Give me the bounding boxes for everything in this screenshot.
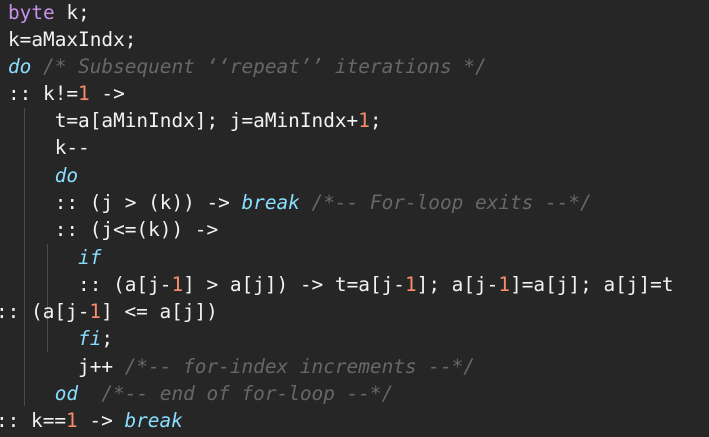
code-token: :: (j > (k)) -> bbox=[8, 191, 242, 214]
code-token: k=aMaxIndx; bbox=[8, 28, 137, 51]
number-literal-token: 1 bbox=[89, 300, 102, 323]
control-keyword-token: break bbox=[241, 191, 300, 214]
number-literal-token: 1 bbox=[404, 273, 417, 296]
control-keyword-token: do bbox=[8, 55, 32, 78]
code-line-10: if bbox=[8, 244, 101, 271]
control-keyword-token: fi bbox=[78, 327, 102, 350]
code-token: :: k!= bbox=[8, 82, 79, 105]
code-token: -> bbox=[77, 409, 125, 432]
code-token: :: (a[j- bbox=[8, 273, 172, 296]
code-token: ; bbox=[101, 327, 114, 350]
code-token: :: (a[j- bbox=[0, 300, 90, 323]
code-token: ]; a[j- bbox=[416, 273, 499, 296]
code-line-11: :: (a[j-1] > a[j]) -> t=a[j-1]; a[j-1]=a… bbox=[8, 271, 674, 298]
code-line-2: k=aMaxIndx; bbox=[8, 26, 136, 53]
code-line-15: od /*-- end of for-loop --*/ bbox=[8, 380, 394, 407]
number-literal-token: 1 bbox=[66, 409, 78, 432]
control-keyword-token: do bbox=[54, 164, 79, 187]
code-token: t=a[aMinIndx]; j=aMinIndx+ bbox=[8, 109, 359, 132]
control-keyword-token: break bbox=[124, 409, 183, 432]
code-line-3: do /* Subsequent ‘‘repeat’’ iterations *… bbox=[8, 53, 487, 80]
code-token: ] > a[j]) -> t=a[j- bbox=[183, 273, 405, 296]
code-token: :: (j<=(k)) -> bbox=[8, 218, 219, 241]
code-line-6: k-- bbox=[8, 134, 90, 161]
number-literal-token: 1 bbox=[358, 109, 370, 132]
code-line-8: :: (j > (k)) -> break /*-- For-loop exit… bbox=[8, 189, 592, 216]
number-literal-token: 1 bbox=[78, 82, 90, 105]
number-literal-token: 1 bbox=[498, 273, 511, 296]
code-line-16: :: k==1 -> break bbox=[0, 407, 183, 434]
code-line-12: :: (a[j-1] <= a[j]) bbox=[0, 298, 218, 325]
code-line-5: t=a[aMinIndx]; j=aMinIndx+1; bbox=[8, 107, 382, 134]
comment-token: /*-- For-loop exits --*/ bbox=[311, 191, 592, 214]
code-token: j++ bbox=[8, 355, 125, 378]
code-token: ; bbox=[369, 109, 382, 132]
code-token: ]=a[j]; a[j]=t bbox=[510, 273, 674, 296]
code-token: -> bbox=[89, 82, 125, 105]
code-token: k; bbox=[54, 1, 90, 24]
code-line-13: fi; bbox=[8, 325, 113, 352]
code-line-4: :: k!=1 -> bbox=[8, 80, 125, 107]
code-token: k-- bbox=[8, 136, 90, 159]
comment-token: /*-- for-index increments --*/ bbox=[124, 355, 475, 378]
code-token: :: k== bbox=[0, 409, 67, 432]
number-literal-token: 1 bbox=[171, 273, 184, 296]
comment-token: /* Subsequent ‘‘repeat’’ iterations */ bbox=[43, 55, 487, 78]
code-line-1: byte k; bbox=[8, 0, 90, 26]
code-line-9: :: (j<=(k)) -> bbox=[8, 216, 218, 243]
type-keyword-token: byte bbox=[8, 1, 55, 24]
control-keyword-token: od bbox=[54, 382, 79, 405]
control-keyword-token: if bbox=[78, 246, 102, 269]
code-editor[interactable]: byte k; k=aMaxIndx; do /* Subsequent ‘‘r… bbox=[0, 0, 709, 437]
comment-token: /*-- end of for-loop --*/ bbox=[101, 382, 394, 405]
code-line-7: do bbox=[8, 162, 78, 189]
code-token: ] <= a[j]) bbox=[101, 300, 218, 323]
code-line-14: j++ /*-- for-index increments --*/ bbox=[8, 353, 475, 380]
